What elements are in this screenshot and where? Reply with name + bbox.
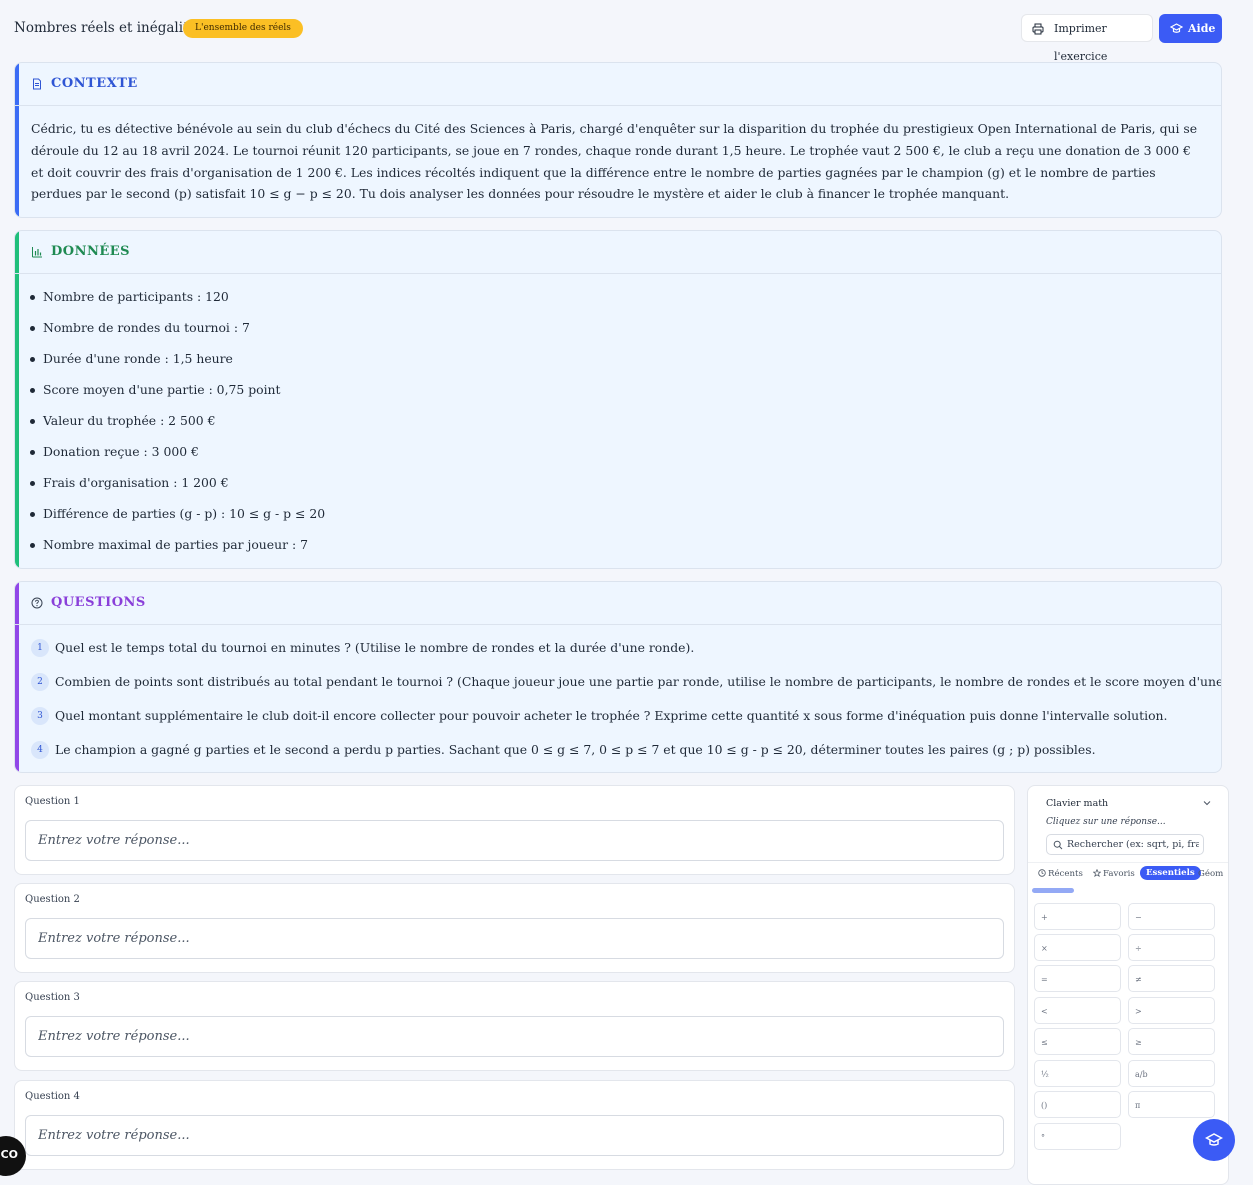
bullet [30,326,35,331]
questions-title: QUESTIONS [51,595,146,610]
answer-input-1[interactable] [25,820,1004,861]
list-item: Frais d'organisation : 1 200 € [30,474,325,505]
key-greater-equal[interactable]: ≥ [1128,1028,1215,1055]
key-divide[interactable]: ÷ [1128,934,1215,961]
answer-card-3: Question 3 [14,981,1015,1071]
star-icon [1093,869,1101,877]
graduation-cap-icon [1170,23,1183,33]
tab-essentiels[interactable]: Essentiels [1140,866,1201,880]
data-header: DONNÉES [15,231,1221,274]
graduation-cap-icon [1205,1133,1223,1146]
data-title: DONNÉES [51,244,131,259]
key-pi[interactable]: π [1128,1091,1215,1118]
key-fraction[interactable]: a/b [1128,1060,1215,1087]
tab-geometrie[interactable]: Géom [1198,869,1223,879]
help-button-label: Aide [1188,22,1216,35]
context-header: CONTEXTE [15,63,1221,106]
data-accent-bar [15,231,19,568]
list-item: Valeur du trophée : 2 500 € [30,412,325,443]
bullet [30,543,35,548]
bullet [30,481,35,486]
answer-label: Question 3 [25,992,80,1003]
list-item: Score moyen d'une partie : 0,75 point [30,381,325,412]
help-button[interactable]: Aide [1159,14,1222,43]
key-parentheses[interactable]: () [1034,1091,1121,1118]
answer-input-2[interactable] [25,918,1004,959]
question-item: 2 Combien de points sont distribués au t… [31,673,1221,707]
answer-card-4: Question 4 [14,1080,1015,1170]
question-text: Le champion a gagné g parties et le seco… [55,742,1096,757]
question-item: 4 Le champion a gagné g parties et le se… [31,741,1211,772]
context-section: CONTEXTE Cédric, tu es détective bénévol… [14,62,1222,218]
list-item: Différence de parties (g - p) : 10 ≤ g -… [30,505,325,536]
answer-card-1: Question 1 [14,785,1015,875]
exercise-page: Nombres réels et inégalités L'ensemble d… [0,0,1253,1185]
topic-badge: L'ensemble des réels [183,19,303,38]
question-text: Quel montant supplémentaire le club doit… [55,708,1168,723]
keyboard-tabs: Récents Favoris Essentiels Géom [1028,862,1228,889]
answer-label: Question 4 [25,1091,80,1102]
keyboard-search-input[interactable] [1067,835,1199,854]
help-floating-button[interactable] [1193,1119,1235,1161]
bar-chart-icon [32,247,42,258]
keyboard-title: Clavier math [1046,798,1109,809]
key-greater-than[interactable]: > [1128,997,1215,1024]
list-item: Nombre maximal de parties par joueur : 7 [30,536,325,567]
page-title: Nombres réels et inégalités [14,20,204,36]
tab-favoris[interactable]: Favoris [1093,869,1135,879]
question-text: Quel est le temps total du tournoi en mi… [55,640,695,655]
key-times[interactable]: × [1034,934,1121,961]
key-minus[interactable]: − [1128,903,1215,930]
questions-header: QUESTIONS [15,582,1221,625]
list-item: Nombre de participants : 120 [30,288,325,319]
clock-icon [1038,869,1046,877]
keyboard-search [1046,834,1204,855]
questions-list: 1 Quel est le temps total du tournoi en … [31,639,1221,772]
search-icon [1053,840,1063,850]
keyboard-hint: Cliquez sur une réponse... [1046,817,1166,827]
bullet [30,450,35,455]
question-number: 4 [31,741,49,759]
document-icon [33,78,41,90]
key-not-equal[interactable]: ≠ [1128,965,1215,992]
bullet [30,419,35,424]
list-item: Donation reçue : 3 000 € [30,443,325,474]
question-circle-icon [31,597,43,609]
question-number: 1 [31,639,49,657]
printer-icon [1032,23,1044,35]
question-text: Combien de points sont distribués au tot… [55,674,1222,689]
question-item: 3 Quel montant supplémentaire le club do… [31,707,1211,741]
key-equals[interactable]: = [1034,965,1121,992]
bullet [30,388,35,393]
question-number: 2 [31,673,49,691]
context-text: Cédric, tu es détective bénévole au sein… [31,121,1198,202]
print-button[interactable]: Imprimer l'exercice [1021,14,1153,63]
question-number: 3 [31,707,49,725]
key-plus[interactable]: + [1034,903,1121,930]
answer-label: Question 2 [25,894,80,905]
data-list: Nombre de participants : 120 Nombre de r… [30,288,325,567]
context-title: CONTEXTE [51,76,138,91]
bullet [30,295,35,300]
answer-input-3[interactable] [25,1016,1004,1057]
answer-card-2: Question 2 [14,883,1015,973]
questions-section: QUESTIONS 1 Quel est le temps total du t… [14,581,1222,773]
list-item: Nombre de rondes du tournoi : 7 [30,319,325,350]
data-section: DONNÉES Nombre de participants : 120 Nom… [14,230,1222,569]
key-less-than[interactable]: < [1034,997,1121,1024]
key-half[interactable]: ½ [1034,1060,1121,1087]
header: Nombres réels et inégalités L'ensemble d… [14,14,1222,63]
list-item: Durée d'une ronde : 1,5 heure [30,350,325,381]
key-less-equal[interactable]: ≤ [1034,1028,1121,1055]
tabs-scrollbar[interactable] [1032,888,1074,893]
answer-label: Question 1 [25,796,80,807]
chevron-down-icon[interactable] [1202,798,1212,808]
question-item: 1 Quel est le temps total du tournoi en … [31,639,1211,673]
bullet [30,357,35,362]
answer-input-4[interactable] [25,1115,1004,1156]
bullet [30,512,35,517]
tab-recents[interactable]: Récents [1038,869,1083,879]
key-degree[interactable]: ° [1034,1123,1121,1150]
